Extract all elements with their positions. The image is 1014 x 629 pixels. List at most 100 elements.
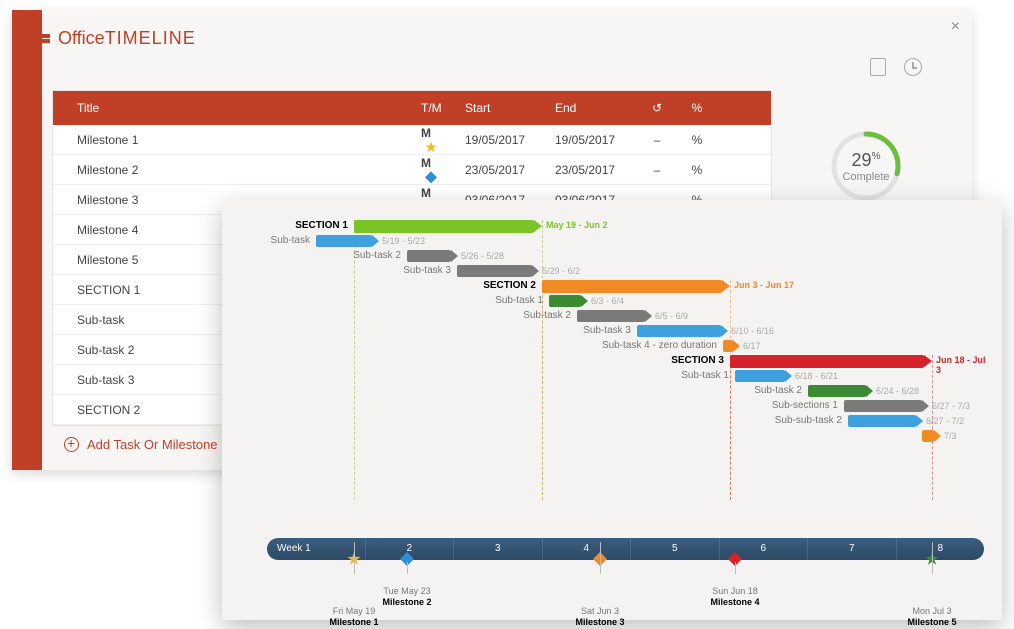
task-bar[interactable] (457, 265, 532, 277)
task-bar[interactable] (723, 340, 733, 352)
task-bar[interactable] (922, 430, 934, 442)
task-dates: 6/18 - 6/21 (795, 371, 838, 381)
task-dates: 7/3 (944, 431, 957, 441)
section-label: SECTION 2 (234, 280, 536, 291)
progress-percent: 29 (852, 150, 872, 170)
task-bar[interactable] (577, 310, 645, 322)
task-bar[interactable] (844, 400, 922, 412)
task-bar[interactable] (637, 325, 721, 337)
milestone-date: Sun Jun 18 (710, 586, 759, 597)
timeline-axis: Week 12345678 (267, 538, 984, 560)
task-label: Sub-task 3 (234, 325, 631, 336)
task-bar[interactable] (848, 415, 916, 427)
row-tm: M (413, 156, 457, 184)
row-end: 19/05/2017 (547, 133, 637, 147)
milestone-name: Milestone 3 (575, 617, 624, 628)
gantt-chart: SECTION 1 May 19 - Jun 2 Sub-task 5/19 - 5/… (234, 220, 990, 580)
section-range: May 19 - Jun 2 (546, 220, 608, 230)
col-duration: ↺ (637, 101, 677, 115)
task-label: Sub-task 1 (234, 370, 729, 381)
axis-week: 7 (807, 538, 896, 560)
progress-ring: 29% Complete (830, 130, 902, 202)
task-dates: 6/5 - 6/9 (655, 311, 688, 321)
task-dates: 6/3 - 6/4 (591, 296, 624, 306)
clock-icon[interactable] (904, 58, 922, 76)
close-icon[interactable]: × (951, 18, 960, 36)
milestone-label: Mon Jul 3Milestone 5 (907, 606, 956, 628)
task-label: Sub-task (234, 235, 310, 246)
progress-label: Complete (842, 171, 889, 183)
milestone-name: Milestone 4 (710, 597, 759, 608)
col-percent: % (677, 101, 717, 115)
task-bar[interactable] (735, 370, 785, 382)
task-dates: 6/10 - 6/16 (731, 326, 774, 336)
task-bar[interactable] (407, 250, 451, 262)
row-pct: % (677, 163, 717, 177)
section-label: SECTION 3 (234, 355, 724, 366)
task-label: Sub-task 3 (234, 265, 451, 276)
add-task-label: Add Task Or Milestone (87, 437, 218, 452)
milestone-label: Fri May 19Milestone 1 (329, 606, 378, 628)
task-dates: 5/19 - 5/23 (382, 236, 425, 246)
task-bar[interactable] (549, 295, 581, 307)
diamond-icon (425, 171, 437, 183)
brand-text-2: TIMELINE (105, 28, 196, 48)
brand-text-1: Office (58, 28, 105, 48)
task-label: Sub-task 1 (234, 295, 543, 306)
row-pct: % (677, 133, 717, 147)
task-dates: 6/17 (743, 341, 761, 351)
table-row[interactable]: Milestone 2M 23/05/201723/05/2017–% (53, 155, 771, 185)
task-dates: 6/27 - 7/2 (926, 416, 964, 426)
app-brand: OfficeTIMELINE (28, 28, 196, 49)
task-dates: 6/24 - 6/28 (876, 386, 919, 396)
task-bar[interactable] (316, 235, 372, 247)
row-end: 23/05/2017 (547, 163, 637, 177)
row-start: 19/05/2017 (457, 133, 547, 147)
milestone-date: Fri May 19 (329, 606, 378, 617)
milestone-name: Milestone 2 (382, 597, 431, 608)
row-dur: – (637, 163, 677, 177)
table-row[interactable]: Milestone 1M 19/05/201719/05/2017–% (53, 125, 771, 155)
axis-week: 4 (542, 538, 631, 560)
row-title: Milestone 1 (53, 133, 413, 147)
milestone-date: Tue May 23 (382, 586, 431, 597)
col-start: Start (457, 101, 547, 115)
milestone-date: Mon Jul 3 (907, 606, 956, 617)
task-label: Sub-sections 1 (234, 400, 838, 411)
task-bar[interactable] (808, 385, 866, 397)
col-end: End (547, 101, 637, 115)
milestone-label: Sun Jun 18Milestone 4 (710, 586, 759, 608)
sidebar (12, 10, 42, 470)
star-icon (425, 141, 437, 153)
section-bar[interactable] (354, 220, 534, 233)
axis-week: 8 (896, 538, 985, 560)
section-label: SECTION 1 (234, 220, 348, 231)
task-label: Sub-sub-task 2 (234, 415, 842, 426)
task-label: Sub-task 4 - zero duration (234, 340, 717, 351)
section-bar[interactable] (730, 355, 924, 368)
col-tm: T/M (413, 101, 457, 115)
row-start: 23/05/2017 (457, 163, 547, 177)
milestone-label: Sat Jun 3Milestone 3 (575, 606, 624, 628)
task-dates: 5/26 - 5/28 (461, 251, 504, 261)
section-range: Jun 18 - Jul 3 (936, 355, 990, 375)
add-task-button[interactable]: Add Task Or Milestone (64, 437, 218, 452)
task-label: Sub-task 2 (234, 385, 802, 396)
row-dur: – (637, 133, 677, 147)
col-title: Title (53, 101, 413, 115)
clipboard-icon[interactable] (870, 58, 886, 76)
axis-week: Week 1 (267, 538, 365, 560)
table-header: Title T/M Start End ↺ % (53, 91, 771, 125)
milestone-name: Milestone 1 (329, 617, 378, 628)
milestone-name: Milestone 5 (907, 617, 956, 628)
task-label: Sub-task 2 (234, 310, 571, 321)
plus-icon (64, 437, 79, 452)
task-dates: 6/27 - 7/3 (932, 401, 970, 411)
task-dates: 5/29 - 6/2 (542, 266, 580, 276)
milestone-date: Sat Jun 3 (575, 606, 624, 617)
section-range: Jun 3 - Jun 17 (734, 280, 794, 290)
section-bar[interactable] (542, 280, 722, 293)
row-tm: M (413, 126, 457, 154)
axis-week: 3 (453, 538, 542, 560)
top-toolbar (870, 58, 922, 76)
